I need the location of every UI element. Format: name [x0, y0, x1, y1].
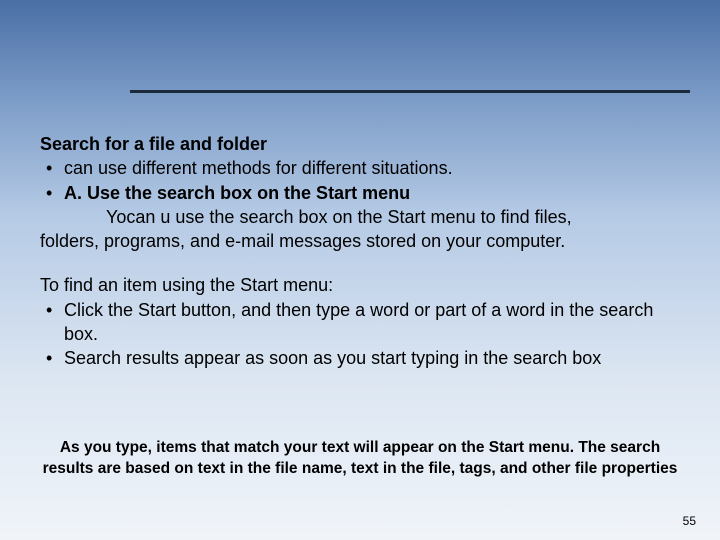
paragraph-heading: To find an item using the Start menu: [40, 273, 680, 297]
bullet-text: A. Use the search box on the Start menu [64, 181, 680, 205]
bullet-item: • Search results appear as soon as you s… [40, 346, 680, 370]
bullet-dot-icon: • [40, 298, 64, 347]
bullet-item: • can use different methods for differen… [40, 156, 680, 180]
sub-text-line: Yocan u use the search box on the Start … [40, 205, 680, 229]
bullet-dot-icon: • [40, 346, 64, 370]
paragraph-block: To find an item using the Start menu: • … [40, 273, 680, 370]
title-underline [130, 90, 690, 93]
bullet-item: • A. Use the search box on the Start men… [40, 181, 680, 205]
sub-text-line: folders, programs, and e-mail messages s… [40, 229, 680, 253]
page-number: 55 [683, 514, 696, 528]
bullet-item: • Click the Start button, and then type … [40, 298, 680, 347]
slide-content: Search for a file and folder • can use d… [40, 132, 680, 371]
bullet-text: can use different methods for different … [64, 156, 680, 180]
bullet-dot-icon: • [40, 156, 64, 180]
bullet-dot-icon: • [40, 181, 64, 205]
bullet-text: Click the Start button, and then type a … [64, 298, 680, 347]
footnote-text: As you type, items that match your text … [40, 438, 680, 480]
bullet-text: Search results appear as soon as you sta… [64, 346, 680, 370]
section-title: Search for a file and folder [40, 132, 680, 156]
